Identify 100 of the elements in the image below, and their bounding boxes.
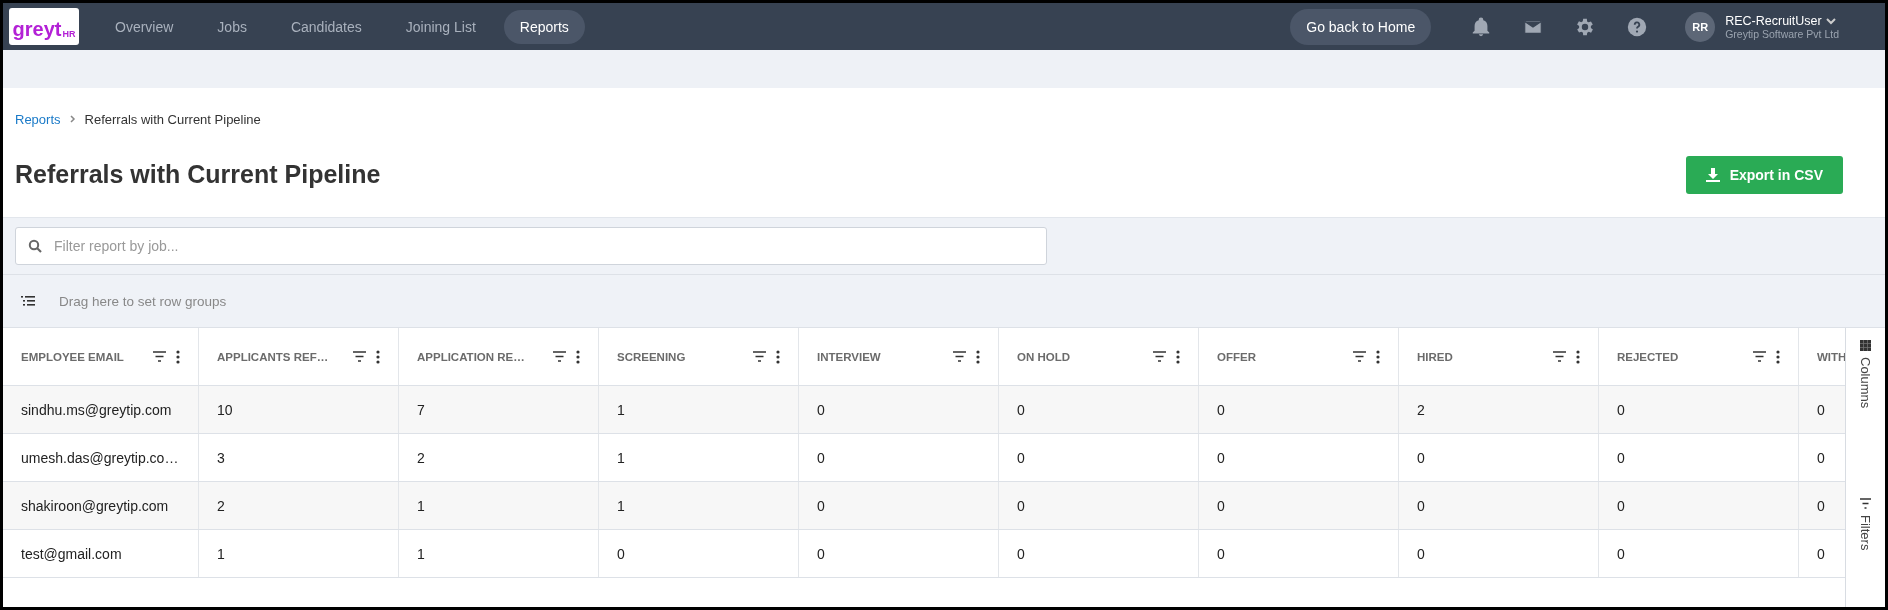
table-cell: 0 (1199, 482, 1399, 529)
download-icon (1705, 167, 1720, 182)
breadcrumb-current: Referrals with Current Pipeline (84, 111, 261, 127)
table-cell: 2 (199, 482, 399, 529)
more-options-icon[interactable] (1576, 349, 1580, 364)
more-options-icon[interactable] (1176, 349, 1180, 364)
table-cell: 2 (1399, 386, 1599, 433)
table-cell: 1 (199, 530, 399, 577)
column-header-label: OFFER (1217, 350, 1256, 363)
more-options-icon[interactable] (176, 349, 180, 364)
filter-icon[interactable] (953, 351, 966, 362)
nav-tab[interactable]: Reports (503, 9, 585, 44)
table-cell: 1 (599, 482, 799, 529)
filter-icon[interactable] (353, 351, 366, 362)
filter-icon[interactable] (553, 351, 566, 362)
table-cell: 0 (1199, 386, 1399, 433)
chevron-right-icon (68, 115, 77, 123)
row-group-hint: Drag here to set row groups (59, 293, 227, 309)
breadcrumb-link[interactable]: Reports (15, 111, 61, 127)
home-button[interactable]: Go back to Home (1290, 8, 1432, 45)
table-cell: 0 (1399, 530, 1599, 577)
column-header-label: SCREENING (617, 350, 686, 363)
column-header[interactable]: APPLICATION RE… (399, 328, 599, 385)
table-cell: 0 (1599, 386, 1799, 433)
company-name: Greytip Software Pvt Ltd (1725, 27, 1839, 40)
column-header[interactable]: OFFER (1199, 328, 1399, 385)
export-button[interactable]: Export in CSV (1685, 155, 1843, 194)
side-panel-tab[interactable]: Columns (1858, 340, 1873, 409)
column-header[interactable]: INTERVIEW (799, 328, 999, 385)
nav-tab[interactable]: Jobs (201, 9, 263, 44)
filter-icon[interactable] (1153, 351, 1166, 362)
table-cell: sindhu.ms@greytip.com (3, 386, 199, 433)
table-cell: 0 (1199, 530, 1399, 577)
table-cell: 0 (1599, 530, 1799, 577)
user-avatar[interactable]: RR (1685, 11, 1716, 42)
table-cell: 0 (799, 530, 999, 577)
logo-subtext: HR (62, 29, 76, 39)
table-cell: 0 (1199, 434, 1399, 481)
table-cell: 0 (999, 530, 1199, 577)
table-cell: 3 (199, 434, 399, 481)
table-cell: 1 (399, 482, 599, 529)
more-options-icon[interactable] (376, 349, 380, 364)
column-header-label: APPLICANTS REF… (217, 350, 329, 363)
column-header-label: ON HOLD (1017, 350, 1071, 363)
table-cell: 7 (399, 386, 599, 433)
filter-icon[interactable] (753, 351, 766, 362)
filter-field[interactable]: Filter report by job... (15, 227, 1047, 265)
chevron-down-icon[interactable] (1825, 15, 1836, 26)
table-cell: 0 (999, 482, 1199, 529)
table-cell: 0 (999, 434, 1199, 481)
user-name[interactable]: REC-RecruitUser (1725, 13, 1822, 28)
side-panel-tab[interactable]: Filters (1858, 498, 1873, 551)
table-cell: 0 (1599, 482, 1799, 529)
filter-icon (1860, 498, 1871, 510)
help-icon[interactable] (1626, 15, 1649, 38)
logo[interactable]: greytHR (9, 8, 79, 45)
table-cell: 0 (1399, 482, 1599, 529)
table-cell: 0 (799, 482, 999, 529)
nav-tab[interactable]: Overview (99, 9, 190, 44)
table-cell: umesh.das@greytip.co… (3, 434, 199, 481)
column-header-label: WITH (1817, 350, 1845, 363)
more-options-icon[interactable] (1376, 349, 1380, 364)
table-cell: shakiroon@greytip.com (3, 482, 199, 529)
more-options-icon[interactable] (976, 349, 980, 364)
page-title: Referrals with Current Pipeline (15, 160, 381, 189)
table-cell: 0 (1599, 434, 1799, 481)
column-header[interactable]: APPLICANTS REF… (199, 328, 399, 385)
column-header[interactable]: REJECTED (1599, 328, 1799, 385)
column-header-label: REJECTED (1617, 350, 1679, 363)
filter-icon[interactable] (1353, 351, 1366, 362)
column-header-label: APPLICATION RE… (417, 350, 525, 363)
more-options-icon[interactable] (776, 349, 780, 364)
table-cell: 0 (999, 386, 1199, 433)
table-cell: 0 (1399, 434, 1599, 481)
table-cell: test@gmail.com (3, 530, 199, 577)
column-header-label: EMPLOYEE EMAIL (21, 350, 124, 363)
table-cell: 1 (599, 386, 799, 433)
column-header-label: HIRED (1417, 350, 1453, 363)
column-header[interactable]: HIRED (1399, 328, 1599, 385)
column-header[interactable]: SCREENING (599, 328, 799, 385)
more-options-icon[interactable] (576, 349, 580, 364)
logo-text: greyt (12, 19, 62, 39)
filter-icon[interactable] (153, 351, 166, 362)
table-cell: 1 (399, 530, 599, 577)
table-cell: 2 (399, 434, 599, 481)
filter-icon[interactable] (1753, 351, 1766, 362)
table-cell: 1 (599, 434, 799, 481)
row-group-icon (21, 295, 35, 307)
search-icon (28, 239, 42, 253)
table-cell: 10 (199, 386, 399, 433)
table-cell: 0 (799, 434, 999, 481)
filter-icon[interactable] (1553, 351, 1566, 362)
column-header[interactable]: ON HOLD (999, 328, 1199, 385)
table-cell: 0 (799, 386, 999, 433)
table-cell: 0 (599, 530, 799, 577)
nav-tab[interactable]: Joining List (389, 9, 492, 44)
column-header[interactable]: EMPLOYEE EMAIL (3, 328, 199, 385)
nav-tab[interactable]: Candidates (274, 9, 378, 44)
more-options-icon[interactable] (1776, 349, 1780, 364)
columns-grid-icon (1860, 340, 1871, 351)
